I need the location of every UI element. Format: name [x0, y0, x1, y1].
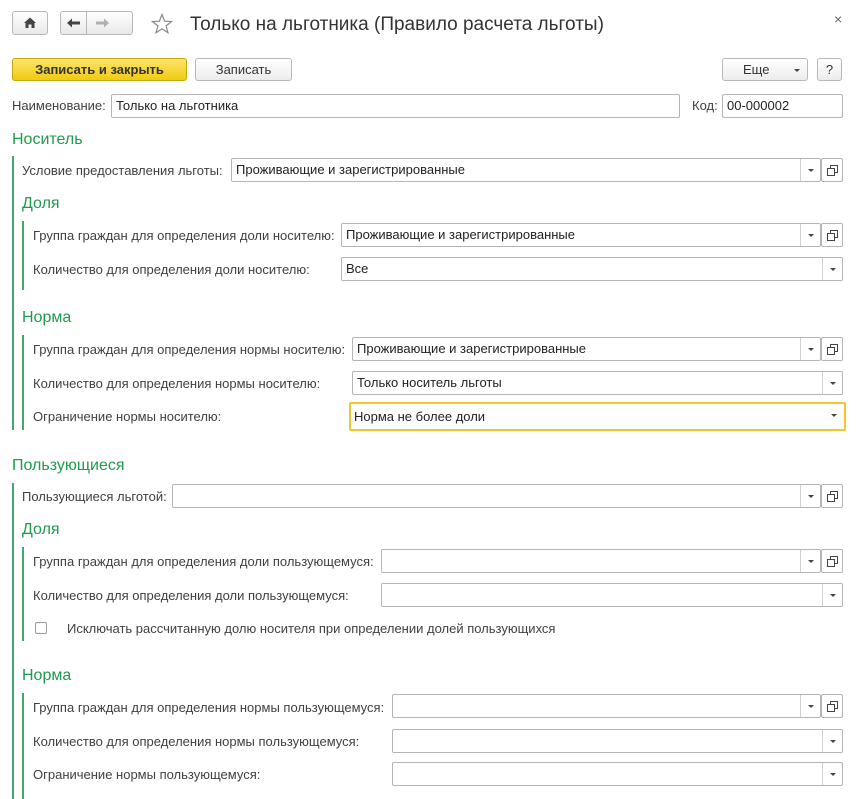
users-share-group-field[interactable]	[381, 549, 821, 573]
condition-open-button[interactable]	[821, 158, 843, 182]
carrier-norm-count-label: Количество для определения нормы носител…	[33, 376, 321, 391]
condition-field[interactable]: Проживающие и зарегистрированные	[231, 158, 821, 182]
carrier-share-group-open-button[interactable]	[821, 223, 843, 247]
carrier-share-count-label: Количество для определения доли носителю…	[33, 262, 310, 277]
dropdown-arrow-icon[interactable]	[822, 584, 842, 606]
code-value: 00-000002	[727, 98, 790, 113]
open-form-icon	[827, 165, 838, 176]
carrier-share-group-label: Группа граждан для определения доли носи…	[33, 228, 335, 243]
condition-value: Проживающие и зарегистрированные	[236, 162, 466, 177]
users-norm-limit-field[interactable]	[392, 762, 843, 786]
dropdown-arrow-icon[interactable]	[800, 695, 820, 717]
users-norm-title: Норма	[22, 667, 72, 684]
users-field[interactable]	[172, 484, 821, 508]
code-label: Код:	[692, 98, 718, 113]
carrier-norm-limit-label: Ограничение нормы носителю:	[33, 409, 222, 424]
back-arrow-icon	[67, 18, 80, 28]
name-field[interactable]: Только на льготника	[111, 94, 680, 118]
users-norm-group-field[interactable]	[392, 694, 821, 718]
users-share-count-label: Количество для определения доли пользующ…	[33, 588, 349, 603]
carrier-share-count-value: Все	[346, 261, 369, 276]
carrier-norm-group-label: Группа граждан для определения нормы нос…	[33, 342, 346, 357]
forward-arrow-icon	[96, 18, 109, 28]
users-norm-bar	[22, 693, 24, 799]
name-label: Наименование:	[12, 98, 106, 113]
users-share-title: Доля	[22, 521, 60, 538]
condition-label: Условие предоставления льготы:	[22, 163, 223, 178]
carrier-norm-title: Норма	[22, 309, 72, 326]
carrier-norm-count-field[interactable]: Только носитель льготы	[352, 371, 843, 395]
carrier-norm-group-open-button[interactable]	[821, 337, 843, 361]
users-section-bar	[12, 483, 14, 799]
star-icon	[150, 12, 174, 35]
back-button[interactable]	[60, 11, 87, 35]
carrier-norm-count-value: Только носитель льготы	[357, 375, 502, 390]
close-icon[interactable]: ×	[834, 11, 842, 27]
users-share-bar	[22, 547, 24, 641]
open-form-icon	[827, 344, 838, 355]
carrier-norm-bar	[22, 335, 24, 430]
open-form-icon	[827, 491, 838, 502]
dropdown-arrow-icon[interactable]	[800, 485, 820, 507]
exclude-share-label: Исключать рассчитанную долю носителя при…	[67, 621, 556, 636]
save-and-close-button[interactable]: Записать и закрыть	[12, 58, 187, 81]
users-label: Пользующиеся льготой:	[22, 489, 167, 504]
dropdown-arrow-icon[interactable]	[800, 550, 820, 572]
dropdown-arrow-icon[interactable]	[822, 763, 842, 785]
users-norm-group-label: Группа граждан для определения нормы пол…	[33, 700, 385, 715]
favorite-star-button[interactable]	[150, 12, 174, 36]
name-value: Только на льготника	[116, 98, 239, 113]
carrier-norm-limit-field[interactable]: Норма не более доли	[349, 402, 846, 431]
home-icon	[24, 17, 36, 28]
users-norm-count-field[interactable]	[392, 729, 843, 753]
carrier-share-count-field[interactable]: Все	[341, 257, 843, 281]
help-button[interactable]: ?	[817, 58, 842, 81]
more-chevron-icon	[794, 69, 800, 72]
carrier-section-bar	[12, 156, 14, 430]
dropdown-arrow-icon[interactable]	[800, 224, 820, 246]
dropdown-arrow-icon[interactable]	[822, 372, 842, 394]
dropdown-arrow-icon[interactable]	[822, 730, 842, 752]
open-form-icon	[827, 230, 838, 241]
open-form-icon	[827, 701, 838, 712]
dropdown-arrow-icon[interactable]	[800, 338, 820, 360]
users-share-count-field[interactable]	[381, 583, 843, 607]
save-button[interactable]: Записать	[195, 58, 292, 81]
carrier-share-bar	[22, 221, 24, 290]
users-share-group-label: Группа граждан для определения доли поль…	[33, 554, 374, 569]
users-section-title: Пользующиеся	[12, 457, 125, 474]
exclude-share-checkbox[interactable]	[35, 622, 47, 634]
home-button[interactable]	[12, 11, 48, 35]
carrier-norm-limit-value: Норма не более доли	[354, 409, 486, 424]
carrier-norm-group-value: Проживающие и зарегистрированные	[357, 341, 587, 356]
users-norm-group-open-button[interactable]	[821, 694, 843, 718]
users-norm-count-label: Количество для определения нормы пользую…	[33, 734, 360, 749]
users-open-button[interactable]	[821, 484, 843, 508]
carrier-share-group-field[interactable]: Проживающие и зарегистрированные	[341, 223, 821, 247]
dropdown-arrow-icon[interactable]	[824, 404, 844, 429]
carrier-share-group-value: Проживающие и зарегистрированные	[346, 227, 576, 242]
code-field[interactable]: 00-000002	[722, 94, 843, 118]
more-label: Еще	[743, 62, 770, 77]
carrier-section-title: Носитель	[12, 131, 83, 148]
users-share-group-open-button[interactable]	[821, 549, 843, 573]
carrier-norm-group-field[interactable]: Проживающие и зарегистрированные	[352, 337, 821, 361]
carrier-share-title: Доля	[22, 195, 60, 212]
dropdown-arrow-icon[interactable]	[822, 258, 842, 280]
users-norm-limit-label: Ограничение нормы пользующемуся:	[33, 767, 261, 782]
window-title: Только на льготника (Правило расчета льг…	[190, 14, 604, 35]
forward-button[interactable]	[86, 11, 133, 35]
open-form-icon	[827, 556, 838, 567]
more-button[interactable]: Еще	[722, 58, 808, 81]
dropdown-arrow-icon[interactable]	[800, 159, 820, 181]
